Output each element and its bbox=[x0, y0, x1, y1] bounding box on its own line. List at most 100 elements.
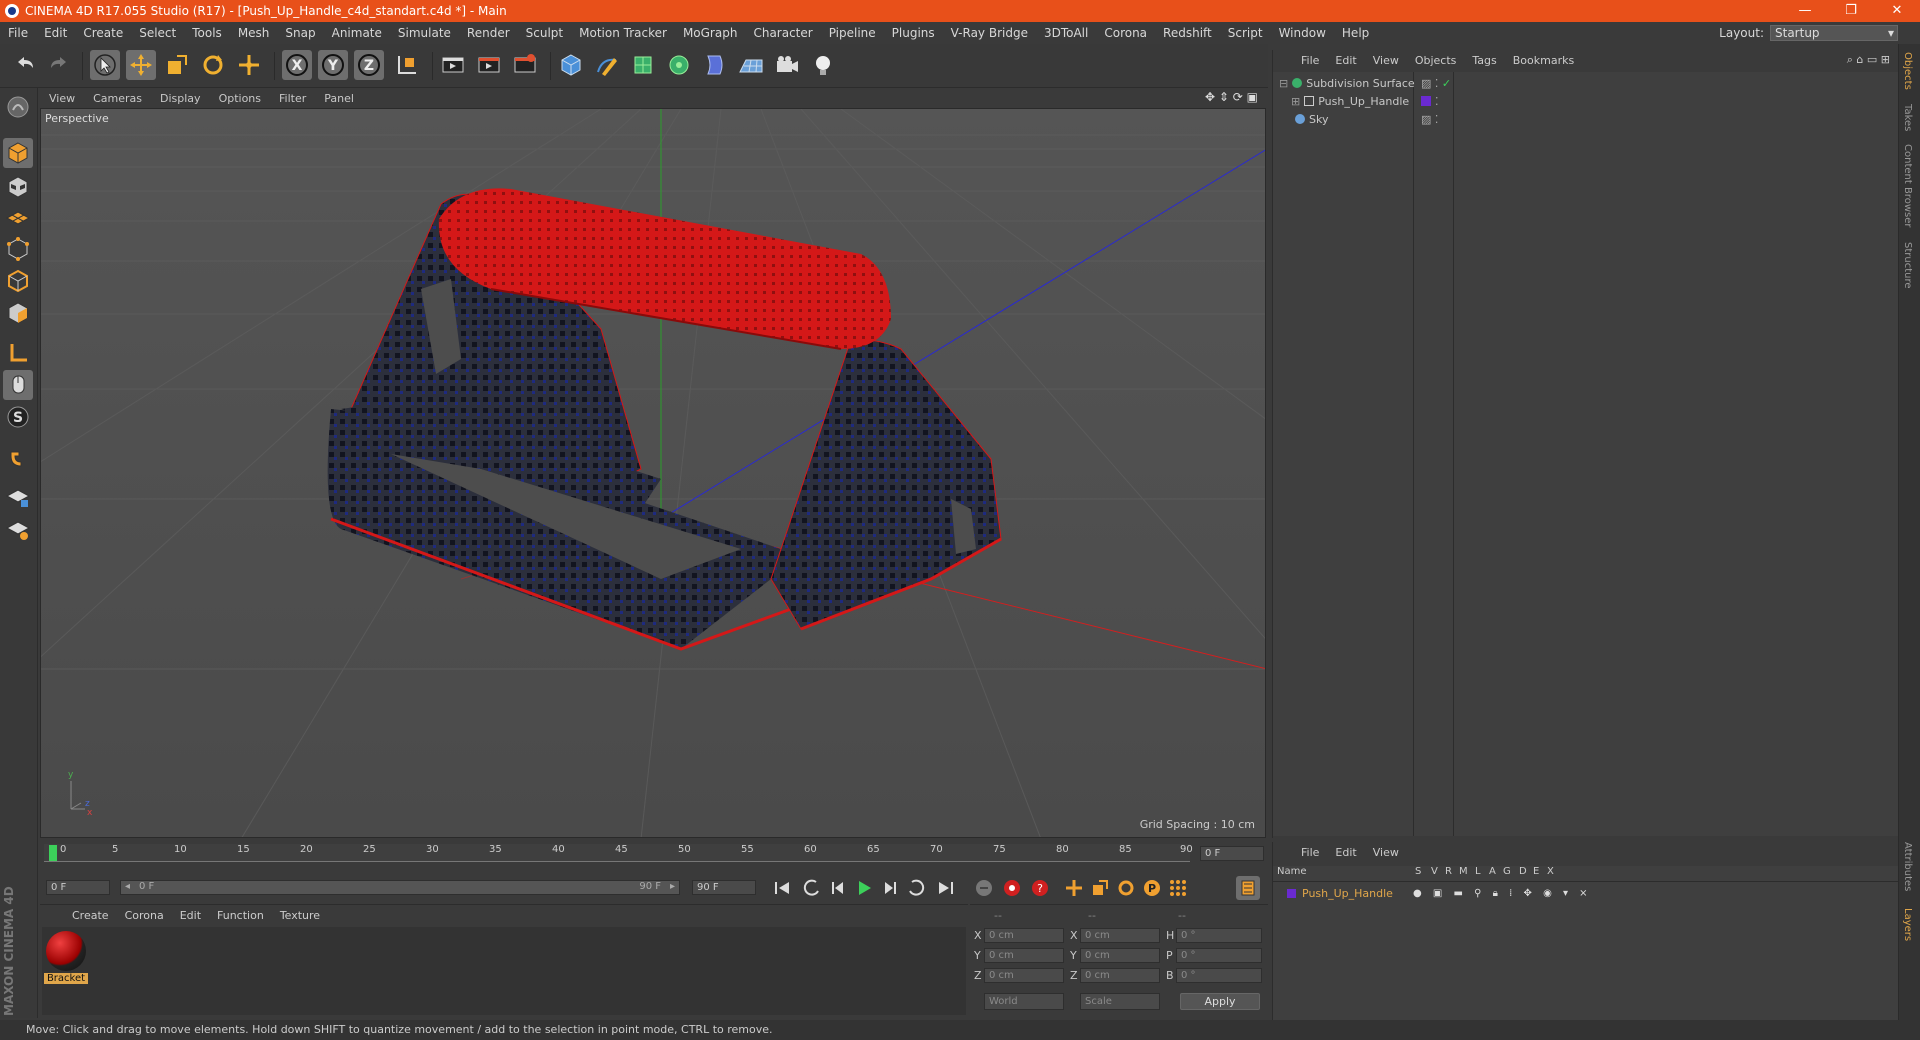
material-menu-corona[interactable]: Corona bbox=[117, 909, 172, 922]
menu-script[interactable]: Script bbox=[1220, 22, 1271, 44]
layer-row[interactable]: Push_Up_Handle ● ▣ ▬ ⚲ 🔒︎ ⁞ ✥ ◉ ▾ ⨯ bbox=[1273, 884, 1899, 902]
record-keys-icon[interactable] bbox=[972, 876, 996, 900]
menu-3dtoall[interactable]: 3DToAll bbox=[1036, 22, 1096, 44]
visibility-dots[interactable]: ▨ ⁚ ✓ bbox=[1421, 77, 1451, 90]
close-button[interactable]: ✕ bbox=[1874, 0, 1920, 22]
go-to-start-icon[interactable] bbox=[770, 876, 794, 900]
layer-menu-view[interactable]: View bbox=[1365, 846, 1407, 859]
next-frame-icon[interactable] bbox=[878, 876, 902, 900]
subdivision-generator-icon[interactable] bbox=[628, 50, 658, 80]
menu-motion-tracker[interactable]: Motion Tracker bbox=[571, 22, 675, 44]
current-frame-field[interactable]: 0 F bbox=[1200, 846, 1264, 861]
key-rotation-icon[interactable] bbox=[1114, 876, 1138, 900]
timeline-ruler[interactable]: 0 5 10 15 20 25 30 35 40 45 50 55 60 65 … bbox=[40, 840, 1268, 872]
key-position-icon[interactable] bbox=[1062, 876, 1086, 900]
menu-snap[interactable]: Snap bbox=[277, 22, 323, 44]
menu-window[interactable]: Window bbox=[1271, 22, 1334, 44]
object-menu-edit[interactable]: Edit bbox=[1327, 54, 1364, 67]
viewport-menu-display[interactable]: Display bbox=[151, 92, 210, 105]
size-x-field[interactable]: 0 cm bbox=[1080, 928, 1160, 943]
size-mode-dropdown[interactable]: Scale bbox=[1080, 993, 1160, 1010]
material-menu-texture[interactable]: Texture bbox=[272, 909, 328, 922]
maximize-button[interactable]: ❐ bbox=[1828, 0, 1874, 22]
floor-environment-icon[interactable] bbox=[736, 50, 766, 80]
menu-file[interactable]: File bbox=[0, 22, 36, 44]
points-mode-icon[interactable] bbox=[3, 234, 33, 264]
start-frame-field[interactable]: 0 F bbox=[46, 880, 110, 895]
material-menu-edit[interactable]: Edit bbox=[172, 909, 209, 922]
viewport-menu-filter[interactable]: Filter bbox=[270, 92, 315, 105]
layer-menu-file[interactable]: File bbox=[1293, 846, 1327, 859]
go-to-end-icon[interactable] bbox=[934, 876, 958, 900]
playhead-marker[interactable] bbox=[49, 845, 57, 861]
minimize-button[interactable]: — bbox=[1782, 0, 1828, 22]
object-search-icon[interactable]: ⌕ ⌂ ▭ ⊞ bbox=[1847, 53, 1890, 67]
viewport-nav-icons[interactable]: ✥ ⇕ ⟳ ▣ bbox=[1205, 90, 1258, 104]
material-menu-create[interactable]: Create bbox=[64, 909, 117, 922]
menu-mograph[interactable]: MoGraph bbox=[675, 22, 746, 44]
z-axis-lock-icon[interactable]: Z bbox=[354, 50, 384, 80]
menu-simulate[interactable]: Simulate bbox=[390, 22, 459, 44]
workplane-mode-icon[interactable] bbox=[3, 202, 33, 232]
menu-character[interactable]: Character bbox=[745, 22, 820, 44]
edges-mode-icon[interactable] bbox=[3, 266, 33, 296]
texture-mode-icon[interactable] bbox=[3, 172, 33, 202]
menu-render[interactable]: Render bbox=[459, 22, 518, 44]
coordinate-system-icon[interactable] bbox=[392, 50, 422, 80]
axis-mode-icon[interactable] bbox=[3, 338, 33, 368]
key-scale-icon[interactable] bbox=[1088, 876, 1112, 900]
object-name[interactable]: Push_Up_Handle bbox=[1318, 95, 1409, 108]
viewport-perspective[interactable]: y z x Perspective Grid Spacing : 10 cm bbox=[40, 108, 1266, 838]
object-menu-tags[interactable]: Tags bbox=[1464, 54, 1504, 67]
x-axis-lock-icon[interactable]: X bbox=[282, 50, 312, 80]
object-menu-objects[interactable]: Objects bbox=[1407, 54, 1465, 67]
next-key-icon[interactable] bbox=[904, 876, 928, 900]
model-mode-icon[interactable] bbox=[3, 138, 33, 168]
position-y-field[interactable]: 0 cm bbox=[984, 948, 1064, 963]
viewport-menu-view[interactable]: View bbox=[40, 92, 84, 105]
visibility-dots[interactable]: ▨ ⁚ bbox=[1421, 113, 1438, 126]
previous-key-icon[interactable] bbox=[800, 876, 824, 900]
move-tool-icon[interactable] bbox=[126, 50, 156, 80]
object-menu-bookmarks[interactable]: Bookmarks bbox=[1505, 54, 1582, 67]
rotation-p-field[interactable]: 0 ° bbox=[1176, 948, 1262, 963]
menu-pipeline[interactable]: Pipeline bbox=[821, 22, 884, 44]
layer-name[interactable]: Push_Up_Handle bbox=[1302, 887, 1393, 900]
menu-redshift[interactable]: Redshift bbox=[1155, 22, 1220, 44]
camera-icon[interactable] bbox=[772, 50, 802, 80]
layout-dropdown[interactable]: Startup bbox=[1770, 25, 1898, 41]
tab-objects[interactable]: Objects bbox=[1902, 52, 1913, 90]
locked-workplane-icon[interactable] bbox=[3, 482, 33, 512]
object-row[interactable]: Sky ▨ ⁚ bbox=[1273, 110, 1899, 128]
undo-icon[interactable] bbox=[10, 50, 40, 80]
size-z-field[interactable]: 0 cm bbox=[1080, 968, 1160, 983]
frame-range-slider[interactable]: ◂ 0 F 90 F ▸ bbox=[120, 880, 680, 895]
rotation-h-field[interactable]: 0 ° bbox=[1176, 928, 1262, 943]
menu-animate[interactable]: Animate bbox=[324, 22, 390, 44]
render-settings-icon[interactable] bbox=[510, 50, 540, 80]
menu-tools[interactable]: Tools bbox=[184, 22, 230, 44]
layer-color-swatch[interactable] bbox=[1287, 888, 1296, 898]
object-row[interactable]: ⊞ Push_Up_Handle ⁚ bbox=[1273, 92, 1899, 110]
select-arrow-icon[interactable] bbox=[90, 50, 120, 80]
menu-corona[interactable]: Corona bbox=[1096, 22, 1155, 44]
position-x-field[interactable]: 0 cm bbox=[984, 928, 1064, 943]
tweak-mode-icon[interactable] bbox=[3, 370, 33, 400]
material-menu-function[interactable]: Function bbox=[209, 909, 272, 922]
keyframe-selection-icon[interactable]: ? bbox=[1028, 876, 1052, 900]
previous-frame-icon[interactable] bbox=[826, 876, 850, 900]
cube-primitive-icon[interactable] bbox=[556, 50, 586, 80]
end-frame-field[interactable]: 90 F bbox=[692, 880, 756, 895]
deformer-icon[interactable] bbox=[700, 50, 730, 80]
pen-spline-icon[interactable] bbox=[592, 50, 622, 80]
autokey-icon[interactable] bbox=[1000, 876, 1024, 900]
render-view-icon[interactable] bbox=[438, 50, 468, 80]
rotation-b-field[interactable]: 0 ° bbox=[1176, 968, 1262, 983]
menu-mesh[interactable]: Mesh bbox=[230, 22, 278, 44]
layer-menu-edit[interactable]: Edit bbox=[1327, 846, 1364, 859]
tab-content-browser[interactable]: Content Browser bbox=[1902, 144, 1913, 227]
tab-structure[interactable]: Structure bbox=[1902, 242, 1913, 289]
y-axis-lock-icon[interactable]: Y bbox=[318, 50, 348, 80]
material-swatch[interactable]: Bracket bbox=[44, 931, 88, 987]
object-row[interactable]: ⊟ Subdivision Surface ▨ ⁚ ✓ bbox=[1273, 74, 1899, 92]
